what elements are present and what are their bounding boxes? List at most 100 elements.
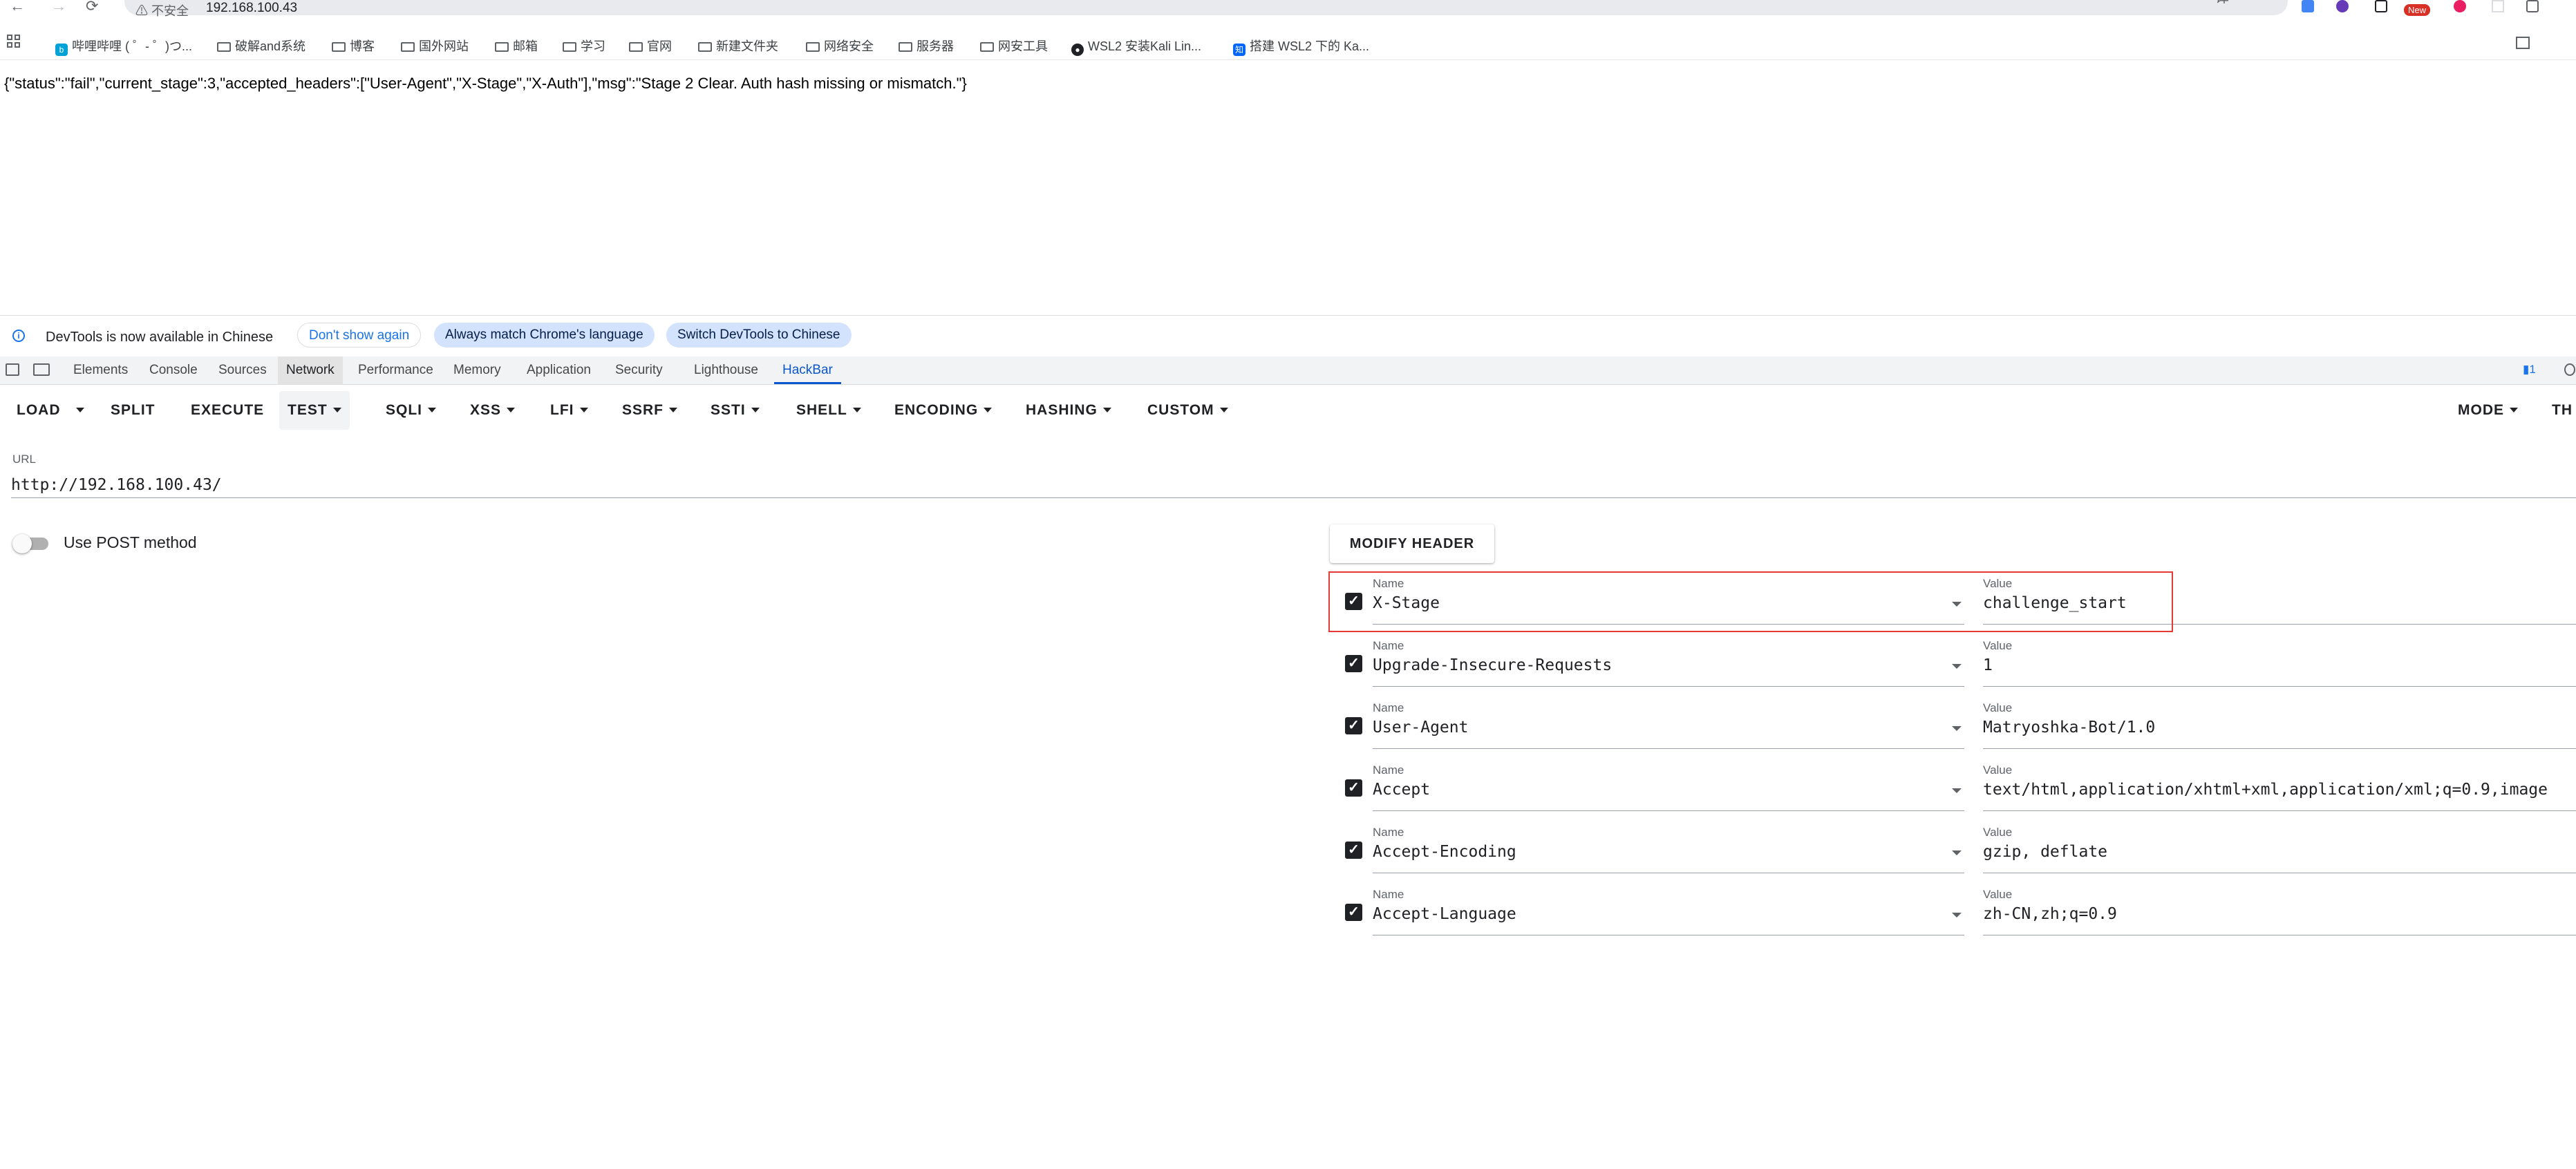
chevron-down-icon[interactable] — [1952, 788, 1962, 793]
settings-gear-icon[interactable] — [2564, 363, 2575, 376]
header-row: ✓ Name Accept Value text/html,applicatio… — [1330, 758, 2576, 820]
bookmark-wsl2-kali[interactable]: ● WSL2 安装Kali Lin... — [1071, 37, 1201, 56]
back-icon[interactable]: ← — [10, 0, 25, 15]
sqli-menu-button[interactable]: SQLI — [377, 391, 444, 430]
github-icon: ● — [1071, 44, 1084, 56]
dont-show-again-button[interactable]: Don't show again — [297, 323, 422, 348]
ssti-menu-button[interactable]: SSTI — [702, 391, 768, 430]
header-value-input[interactable]: 1 — [1983, 656, 2576, 674]
switch-devtools-language-button[interactable]: Switch DevTools to Chinese — [666, 323, 852, 348]
extension-icon[interactable] — [2375, 0, 2387, 12]
header-name-label: Name — [1373, 639, 1404, 652]
header-name-label: Name — [1373, 701, 1404, 714]
chevron-down-icon[interactable] — [1952, 913, 1962, 918]
not-secure-indicator[interactable]: ⚠ 不安全 — [135, 1, 189, 19]
extensions-puzzle-icon[interactable] — [2526, 0, 2539, 12]
header-name-input[interactable]: Upgrade-Insecure-Requests — [1373, 656, 1939, 674]
header-enabled-checkbox[interactable]: ✓ — [1345, 655, 1362, 672]
header-enabled-checkbox[interactable]: ✓ — [1345, 717, 1362, 734]
chevron-down-icon[interactable] — [1952, 726, 1962, 731]
bookmarks-bar: b 哔哩哔哩 ( ゜- ゜)つ... 破解and系统 博客 国外网站 邮箱 学习 … — [0, 28, 2576, 60]
url-input[interactable] — [11, 473, 2576, 498]
bookmark-folder[interactable]: 学习 — [563, 37, 605, 55]
tab-console[interactable]: Console — [141, 357, 206, 384]
all-bookmarks-icon[interactable] — [2516, 37, 2530, 49]
issues-counter[interactable]: ▮1 — [2523, 363, 2536, 377]
always-match-language-button[interactable]: Always match Chrome's language — [434, 323, 655, 348]
tab-hackbar[interactable]: HackBar — [774, 357, 841, 384]
extension-icon[interactable] — [2454, 0, 2466, 12]
tab-performance[interactable]: Performance — [350, 357, 442, 384]
translate-icon[interactable]: 译 — [2215, 0, 2229, 6]
chevron-down-icon[interactable] — [1952, 850, 1962, 855]
folder-icon — [806, 42, 820, 52]
chevron-down-icon[interactable] — [75, 408, 84, 412]
load-button[interactable]: LOAD — [8, 391, 93, 430]
bookmark-folder[interactable]: 博客 — [332, 37, 375, 55]
extension-icon[interactable] — [2302, 0, 2314, 12]
tab-elements[interactable]: Elements — [65, 357, 136, 384]
tab-memory[interactable]: Memory — [445, 357, 509, 384]
device-toolbar-icon[interactable] — [33, 363, 50, 376]
folder-icon — [629, 42, 643, 52]
header-value-input[interactable]: text/html,application/xhtml+xml,applicat… — [1983, 781, 2576, 799]
address-bar[interactable]: ⚠ 不安全 192.168.100.43 译 ☆ — [124, 0, 2288, 18]
split-button[interactable]: SPLIT — [102, 391, 164, 430]
ssrf-menu-button[interactable]: SSRF — [614, 391, 686, 430]
bookmark-folder[interactable]: 网安工具 — [980, 37, 1048, 55]
bookmark-folder[interactable]: 国外网站 — [401, 37, 469, 55]
extension-new-badge[interactable]: New — [2404, 4, 2431, 16]
tab-application[interactable]: Application — [518, 357, 599, 384]
encoding-menu-button[interactable]: ENCODING — [886, 391, 1000, 430]
extension-icon[interactable] — [2336, 0, 2349, 12]
tab-lighthouse[interactable]: Lighthouse — [686, 357, 767, 384]
custom-menu-button[interactable]: CUSTOM — [1139, 391, 1237, 430]
header-name-input[interactable]: Accept — [1373, 781, 1939, 799]
bookmark-folder[interactable]: 服务器 — [899, 37, 954, 55]
theme-menu-button[interactable]: TH — [2544, 391, 2576, 430]
header-value-input[interactable]: zh-CN,zh;q=0.9 — [1983, 905, 2576, 923]
execute-button[interactable]: EXECUTE — [182, 391, 272, 430]
hashing-menu-button[interactable]: HASHING — [1017, 391, 1120, 430]
bookmark-wsl2-build[interactable]: 知搭建 WSL2 下的 Ka... — [1233, 37, 1369, 56]
folder-icon — [401, 42, 415, 52]
post-method-label: Use POST method — [64, 533, 197, 551]
chevron-down-icon[interactable] — [1952, 664, 1962, 669]
inspect-element-icon[interactable] — [6, 363, 19, 376]
modify-header-button[interactable]: MODIFY HEADER — [1330, 524, 1494, 563]
header-name-input[interactable]: User-Agent — [1373, 719, 1939, 736]
url-field-label: URL — [12, 453, 37, 466]
header-row: ✓ Name Upgrade-Insecure-Requests Value 1 — [1330, 634, 2576, 696]
chevron-down-icon — [669, 408, 678, 412]
bookmark-folder[interactable]: 破解and系统 — [217, 37, 305, 55]
shell-menu-button[interactable]: SHELL — [788, 391, 869, 430]
test-menu-button[interactable]: TEST — [279, 391, 350, 430]
xss-menu-button[interactable]: XSS — [462, 391, 523, 430]
bilibili-icon: b — [55, 44, 68, 56]
header-enabled-checkbox[interactable]: ✓ — [1345, 842, 1362, 859]
reload-icon[interactable]: ⟳ — [86, 0, 98, 15]
header-enabled-checkbox[interactable]: ✓ — [1345, 904, 1362, 921]
header-enabled-checkbox[interactable]: ✓ — [1345, 779, 1362, 797]
header-value-input[interactable]: gzip, deflate — [1983, 843, 2576, 861]
header-name-input[interactable]: Accept-Language — [1373, 905, 1939, 923]
tab-network[interactable]: Network — [278, 357, 343, 384]
apps-grid-icon[interactable] — [7, 35, 21, 48]
header-value-input[interactable]: Matryoshka-Bot/1.0 — [1983, 719, 2576, 736]
post-method-toggle[interactable] — [12, 533, 51, 553]
bookmark-folder[interactable]: 网络安全 — [806, 37, 874, 55]
bookmark-folder[interactable]: 官网 — [629, 37, 672, 55]
lfi-menu-button[interactable]: LFI — [542, 391, 596, 430]
bookmark-folder[interactable]: 邮箱 — [495, 37, 538, 55]
bookmark-star-icon[interactable]: ☆ — [2253, 0, 2266, 3]
forward-icon[interactable]: → — [51, 0, 66, 15]
bookmark-bilibili[interactable]: b 哔哩哔哩 ( ゜- ゜)つ... — [55, 37, 192, 56]
tab-sources[interactable]: Sources — [210, 357, 275, 384]
folder-icon — [698, 42, 712, 52]
tab-security[interactable]: Security — [607, 357, 671, 384]
bookmark-folder[interactable]: 新建文件夹 — [698, 37, 778, 55]
extension-icon[interactable] — [2492, 0, 2504, 12]
mode-menu-button[interactable]: MODE — [2450, 391, 2526, 430]
header-name-input[interactable]: Accept-Encoding — [1373, 843, 1939, 861]
address-text[interactable]: 192.168.100.43 — [206, 1, 297, 16]
